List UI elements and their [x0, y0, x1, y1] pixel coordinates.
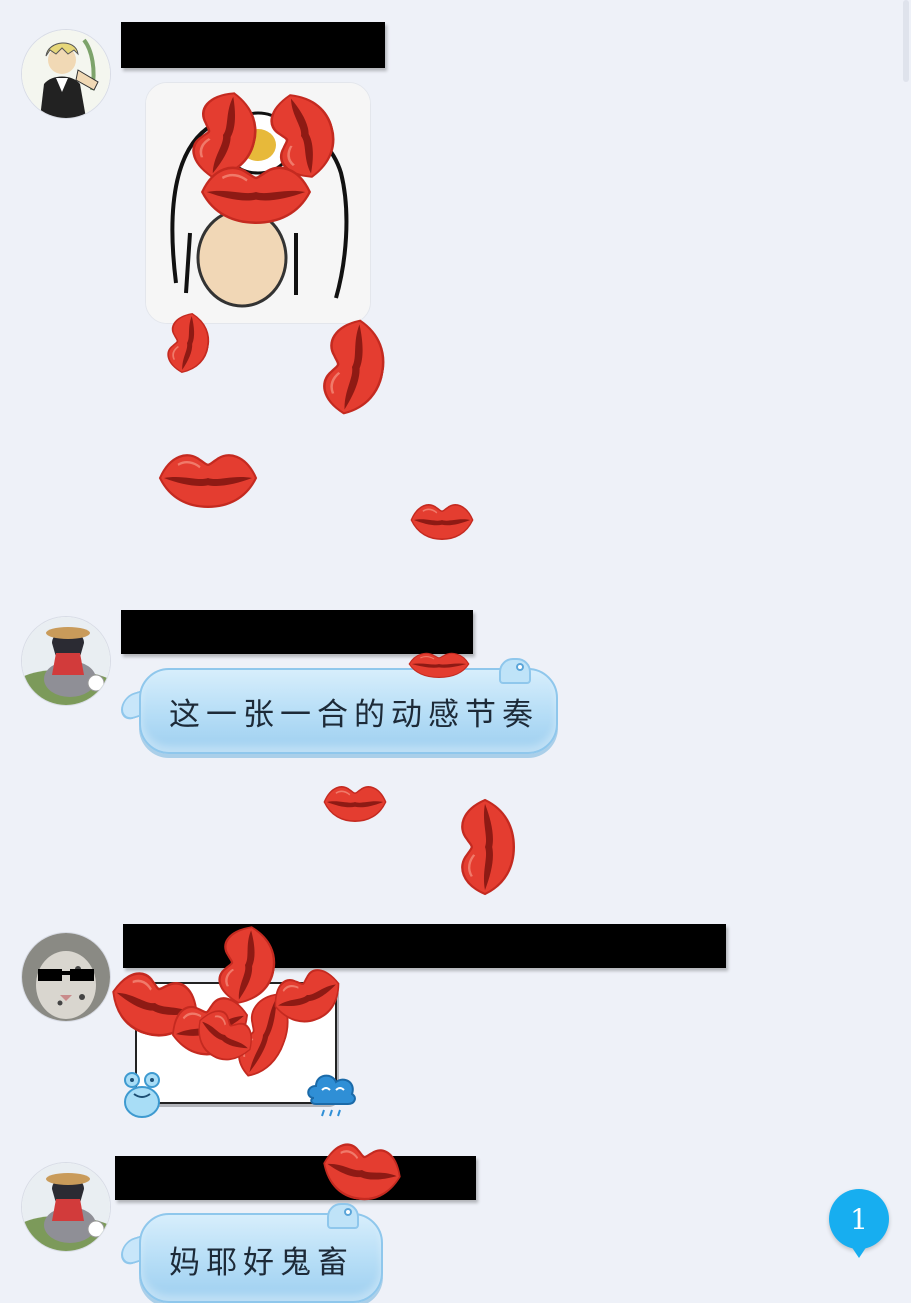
red-lips-icon [272, 968, 342, 1022]
red-lips-icon [410, 500, 474, 540]
frog-icon [124, 1072, 160, 1118]
redacted-username [123, 924, 726, 968]
anime-girl-rabbit-avatar-icon[interactable] [22, 1163, 110, 1251]
message-text: 妈耶好鬼畜 [169, 1245, 354, 1281]
rain-cloud-icon [307, 1074, 356, 1117]
snow-leopard-sunglasses-avatar-icon[interactable] [22, 933, 110, 1021]
message-text: 这一张一合的动感节奏 [169, 696, 539, 733]
red-lips-icon [320, 318, 384, 416]
anime-man-avatar-icon[interactable] [22, 30, 110, 118]
anime-girl-rabbit-avatar-icon[interactable] [22, 617, 110, 705]
red-lips-icon [195, 1010, 255, 1060]
red-lips-icon [322, 1140, 402, 1200]
message-bubble[interactable]: 妈耶好鬼畜 [121, 1203, 383, 1303]
message-bubble[interactable]: 这一张一合的动感节奏 [121, 658, 558, 754]
red-lips-icon [158, 448, 258, 508]
red-lips-icon [165, 312, 209, 374]
redacted-username [121, 610, 473, 654]
red-lips-icon [200, 160, 312, 224]
redacted-username [121, 22, 385, 68]
red-lips-icon [408, 650, 470, 678]
red-lips-icon [323, 782, 387, 822]
red-lips-icon [455, 798, 515, 896]
unread-count-badge[interactable]: 1 [829, 1189, 889, 1258]
redacted-username [115, 1156, 476, 1200]
scrollbar[interactable] [903, 0, 909, 82]
